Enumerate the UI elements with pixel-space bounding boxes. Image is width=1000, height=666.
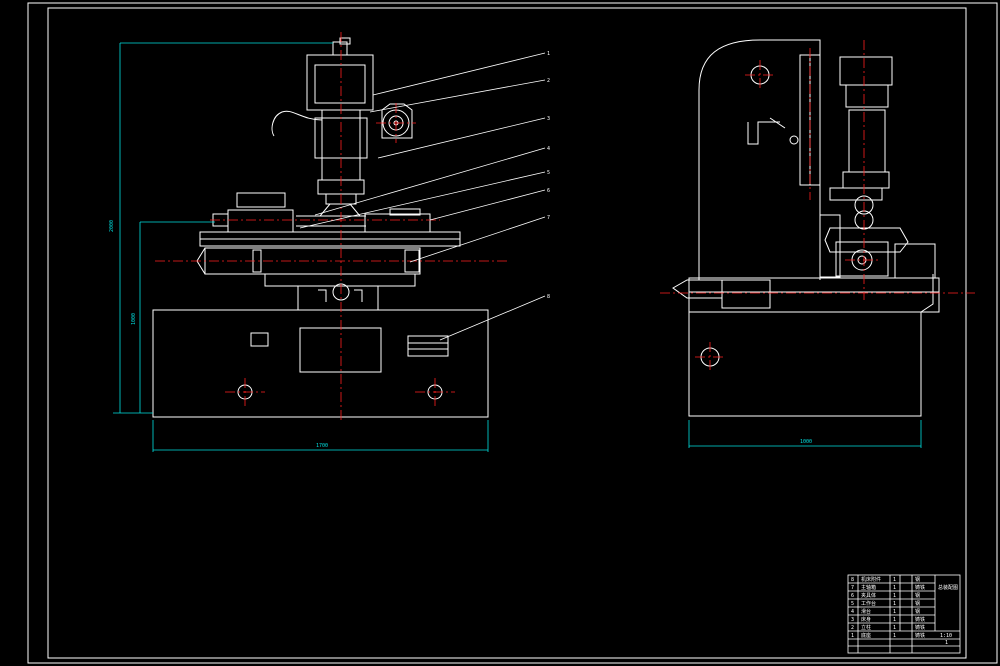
svg-text:机床附件: 机床附件 <box>861 576 881 583</box>
svg-text:夹具体: 夹具体 <box>861 592 876 599</box>
svg-text:铸铁: 铸铁 <box>915 584 925 591</box>
svg-text:1: 1 <box>893 577 896 583</box>
svg-text:1: 1 <box>893 625 896 631</box>
svg-text:1: 1 <box>893 593 896 599</box>
leader-label-8: 8 <box>547 294 550 300</box>
svg-text:钢: 钢 <box>915 592 920 599</box>
leader-label-6: 6 <box>547 188 550 194</box>
svg-text:滑台: 滑台 <box>861 608 871 615</box>
svg-text:7: 7 <box>851 585 854 591</box>
dim-table-height: 1000 <box>131 313 137 325</box>
svg-text:1: 1 <box>851 633 854 639</box>
svg-text:铸铁: 铸铁 <box>915 616 925 623</box>
svg-text:钢: 钢 <box>915 600 920 607</box>
svg-text:1: 1 <box>893 609 896 615</box>
leader-label-5: 5 <box>547 170 550 176</box>
svg-text:3: 3 <box>851 617 854 623</box>
title-block-name: 总装配图 <box>938 584 958 591</box>
svg-text:1: 1 <box>893 633 896 639</box>
dim-base-depth: 1000 <box>800 439 812 445</box>
dim-base-width: 1700 <box>316 443 328 449</box>
svg-text:铸铁: 铸铁 <box>915 624 925 631</box>
svg-text:5: 5 <box>851 601 854 607</box>
title-block-sheet: 1 <box>945 640 948 646</box>
drawing-sheet: 2000 1000 1700 1 2 3 4 5 6 7 8 1000 8 机床… <box>0 0 1000 666</box>
svg-text:4: 4 <box>851 609 854 615</box>
svg-text:1: 1 <box>893 585 896 591</box>
svg-text:6: 6 <box>851 593 854 599</box>
svg-text:钢: 钢 <box>915 576 920 583</box>
title-block-scale: 1:10 <box>940 633 952 639</box>
svg-text:床身: 床身 <box>861 616 871 623</box>
leader-label-2: 2 <box>547 78 550 84</box>
svg-text:2: 2 <box>851 625 854 631</box>
svg-text:工作台: 工作台 <box>861 600 876 607</box>
svg-text:底座: 底座 <box>861 632 871 639</box>
svg-text:立柱: 立柱 <box>861 624 871 631</box>
svg-text:主轴箱: 主轴箱 <box>861 584 876 591</box>
svg-text:8: 8 <box>851 577 854 583</box>
leader-label-4: 4 <box>547 146 550 152</box>
leader-label-7: 7 <box>547 215 550 221</box>
svg-text:铸铁: 铸铁 <box>915 632 925 639</box>
svg-text:1: 1 <box>893 601 896 607</box>
svg-text:钢: 钢 <box>915 608 920 615</box>
leader-label-1: 1 <box>547 51 550 57</box>
leader-label-3: 3 <box>547 116 550 122</box>
svg-text:1: 1 <box>893 617 896 623</box>
dim-overall-height: 2000 <box>109 220 115 232</box>
